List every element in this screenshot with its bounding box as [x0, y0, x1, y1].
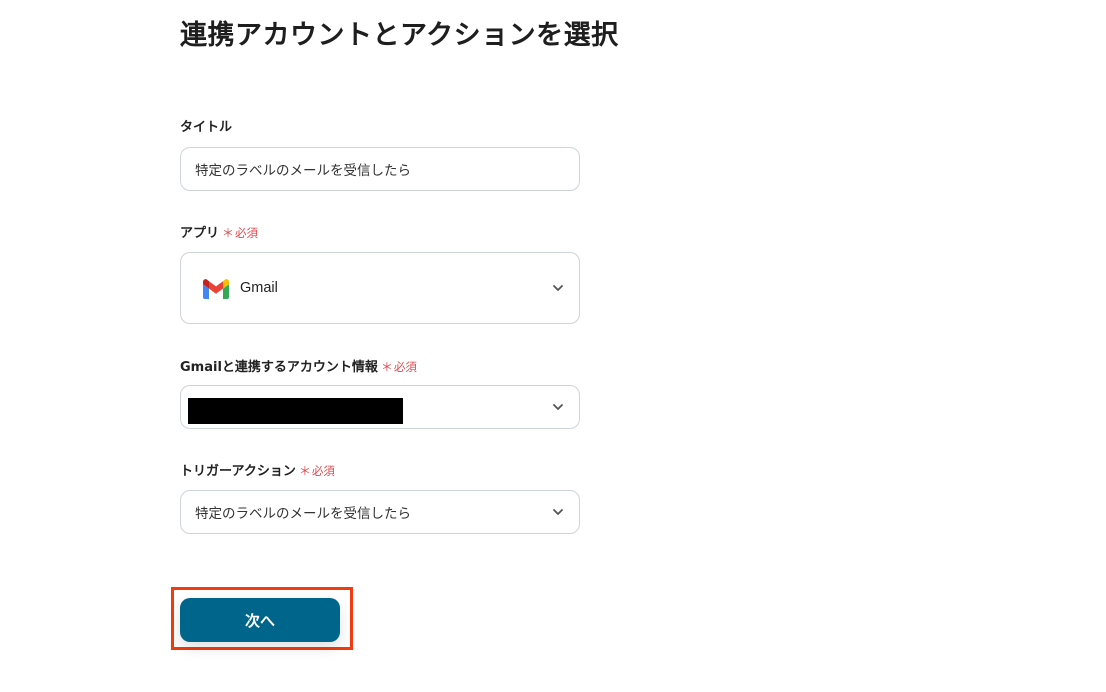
chevron-down-icon	[553, 404, 563, 410]
required-indicator: ＊必須	[299, 464, 335, 478]
required-asterisk: ＊	[298, 464, 311, 478]
title-field-label-text: タイトル	[180, 120, 233, 135]
redacted-account-value	[188, 398, 403, 424]
account-field-label: Gmailと連携するアカウント情報 ＊必須	[180, 358, 417, 377]
title-input[interactable]	[181, 148, 579, 190]
required-indicator: ＊必須	[222, 226, 258, 240]
gmail-logo-icon	[203, 279, 229, 299]
required-indicator: ＊必須	[381, 360, 417, 374]
trigger-field-label: トリガーアクション ＊必須	[180, 462, 335, 481]
trigger-action-value: 特定のラベルのメールを受信したら	[195, 506, 411, 522]
account-field-label-text: Gmailと連携するアカウント情報	[180, 360, 378, 375]
chevron-down-icon	[553, 509, 563, 515]
app-field-label-text: アプリ	[180, 226, 220, 241]
page-title: 連携アカウントとアクションを選択	[180, 20, 619, 51]
trigger-action-select[interactable]: 特定のラベルのメールを受信したら	[180, 490, 580, 534]
chevron-down-icon	[553, 285, 563, 291]
selected-app-name: Gmail	[240, 280, 278, 296]
required-asterisk: ＊	[380, 360, 393, 374]
app-select[interactable]: Gmail	[180, 252, 580, 324]
account-select[interactable]	[180, 385, 580, 429]
next-button[interactable]: 次へ	[180, 598, 340, 642]
required-text: 必須	[311, 464, 335, 478]
trigger-field-label-text: トリガーアクション	[180, 464, 296, 479]
app-field-label: アプリ ＊必須	[180, 224, 258, 243]
title-input-container	[180, 147, 580, 191]
required-text: 必須	[393, 360, 417, 374]
required-asterisk: ＊	[222, 226, 235, 240]
required-text: 必須	[235, 226, 259, 240]
title-field-label: タイトル	[180, 119, 232, 137]
